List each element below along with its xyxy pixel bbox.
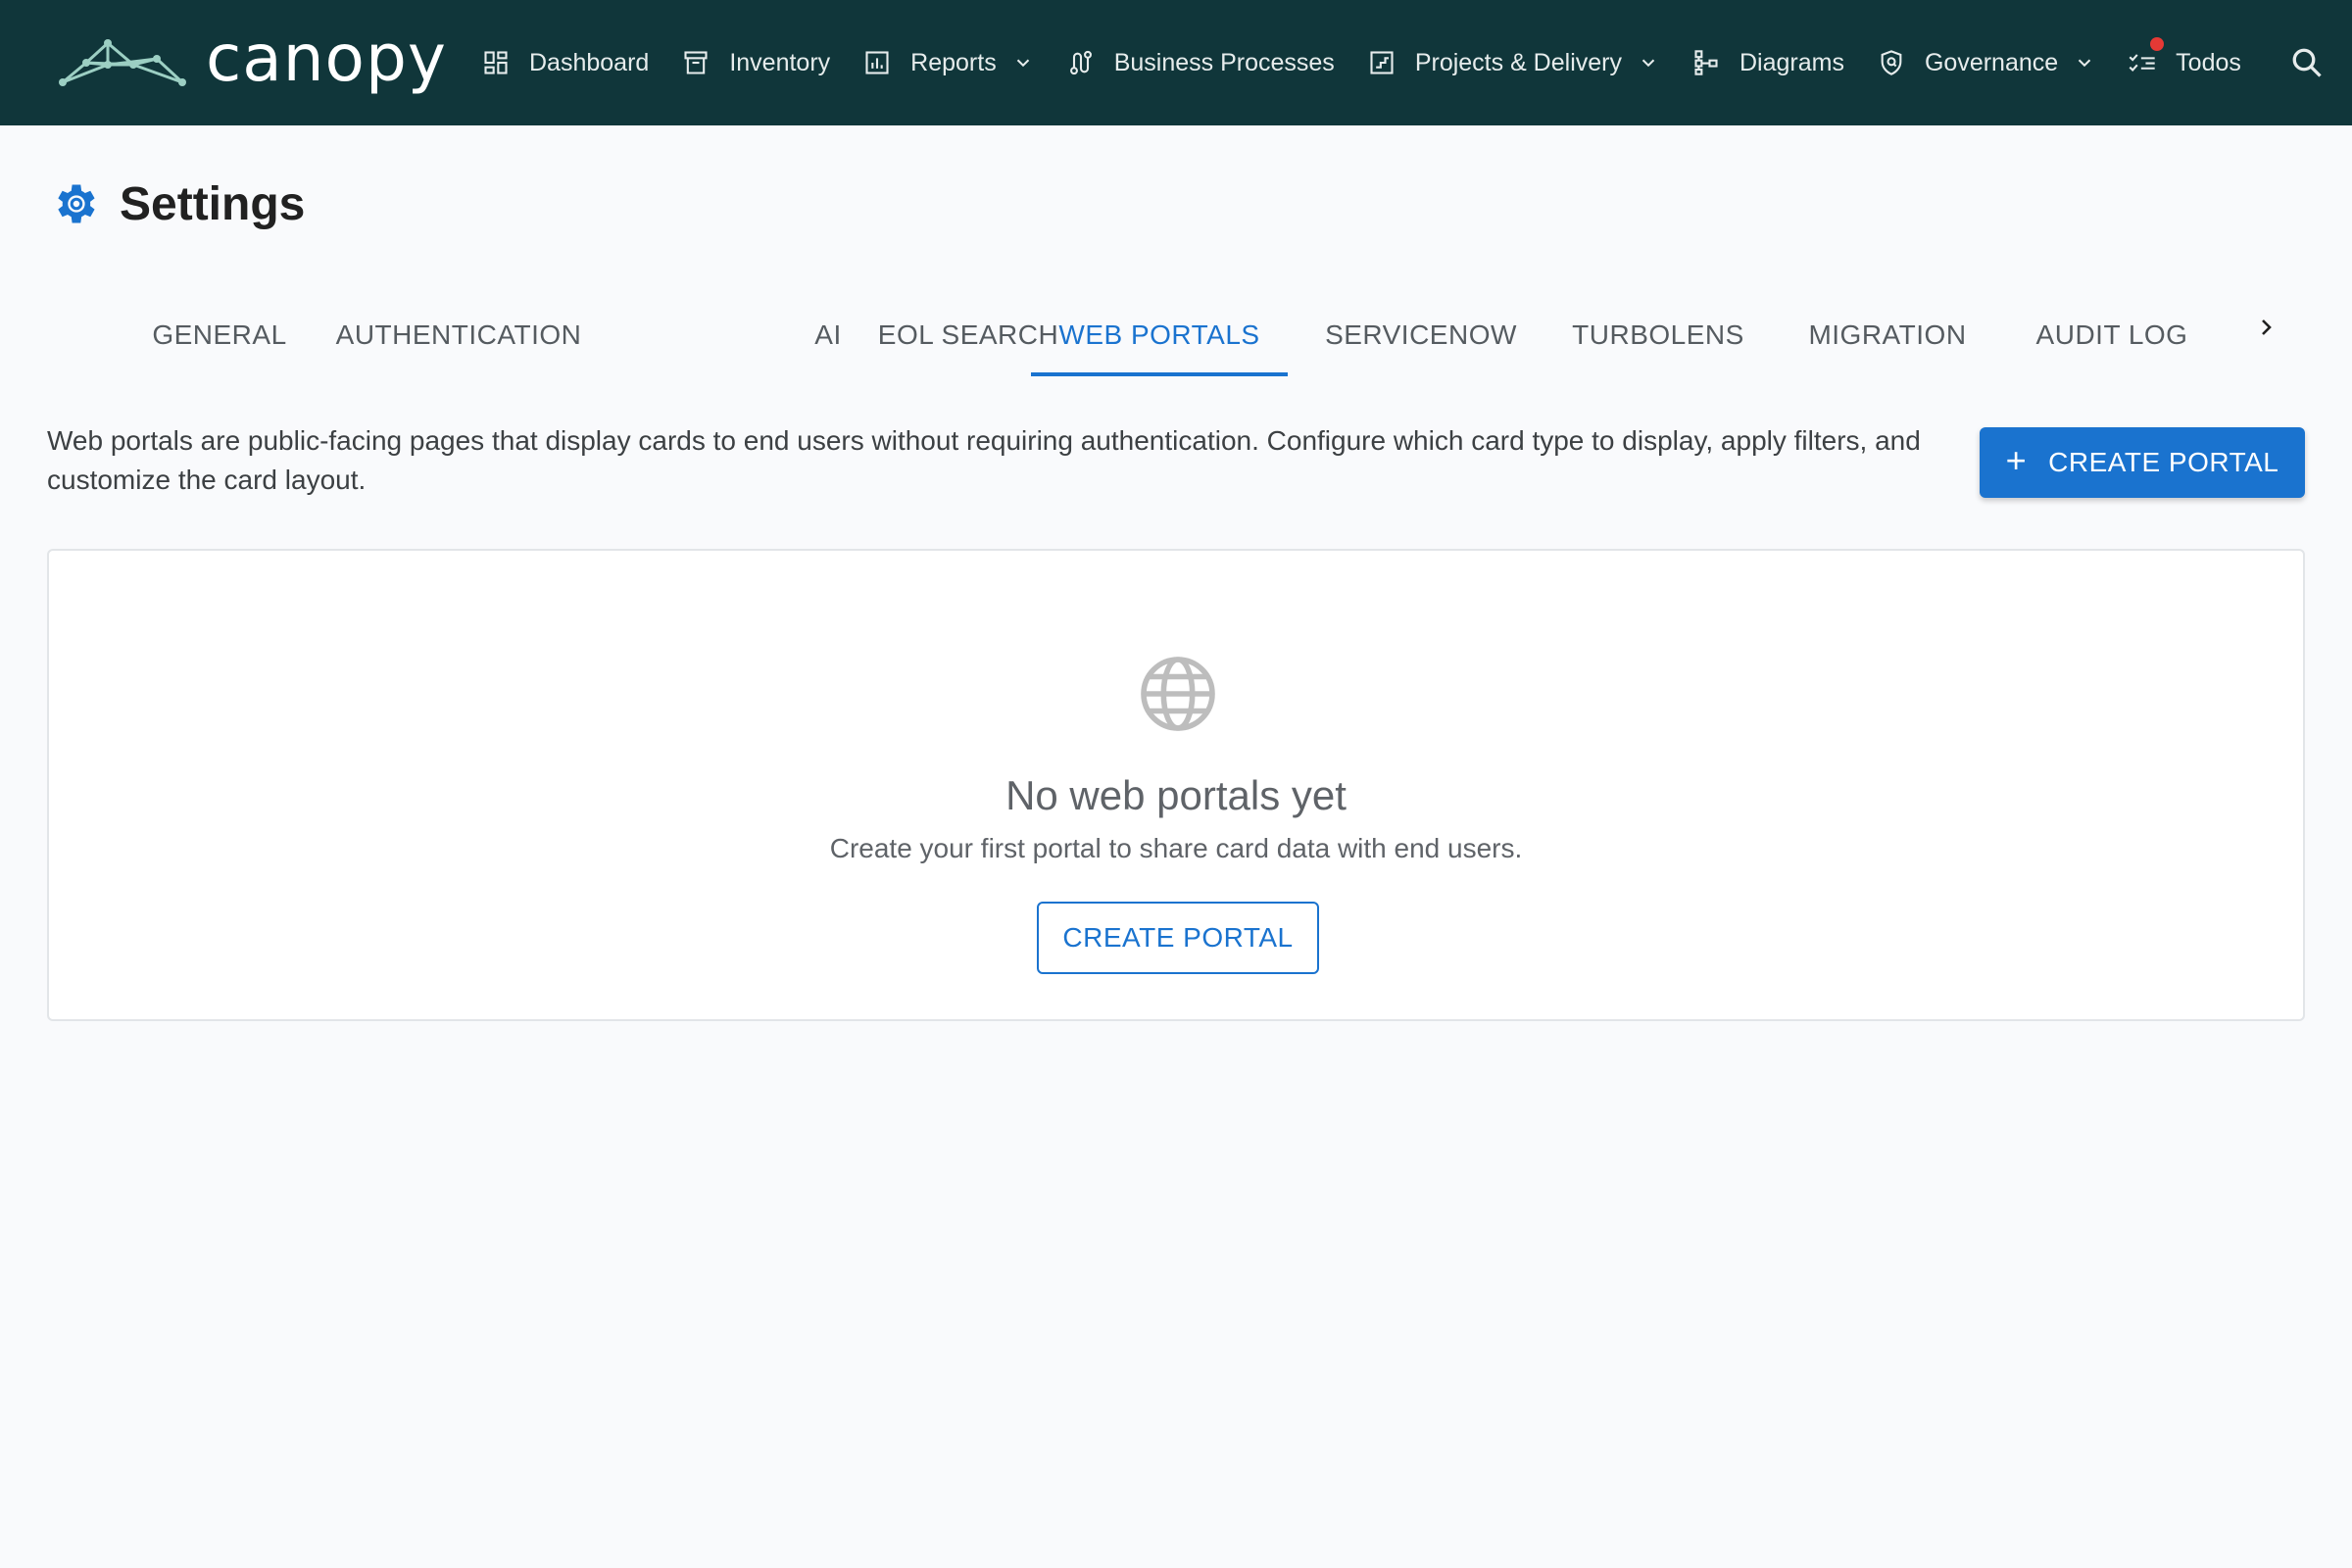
bar-chart-icon — [861, 47, 893, 78]
nav-item-reports[interactable]: Reports — [861, 0, 1034, 125]
brand-name: canopy — [206, 21, 447, 96]
web-portals-description: Web portals are public-facing pages that… — [47, 425, 1921, 495]
nav-item-label: Inventory — [729, 48, 831, 76]
shield-icon — [1876, 47, 1907, 78]
tab-general[interactable]: GENERAL — [137, 294, 302, 376]
page-title: Settings — [120, 177, 306, 230]
nav-item-diagrams[interactable]: Diagrams — [1690, 0, 1844, 125]
tab-authentication[interactable]: AUTHENTICATION — [329, 294, 588, 376]
globe-icon — [1141, 657, 1215, 731]
diagram-icon — [1690, 47, 1722, 78]
tab-web-portals[interactable]: WEB PORTALS — [1031, 294, 1288, 376]
nav-item-label: Dashboard — [529, 48, 650, 76]
project-icon — [1366, 47, 1397, 78]
checklist-icon — [2127, 47, 2158, 78]
nav-item-label: Todos — [2176, 48, 2241, 76]
archive-icon — [680, 47, 711, 78]
create-portal-label: CREATE PORTAL — [2048, 447, 2279, 477]
nav-item-label: Diagrams — [1739, 48, 1844, 76]
nav-item-label: Business Processes — [1113, 48, 1335, 76]
nav-item-inventory[interactable]: Inventory — [680, 0, 830, 125]
nav-item-todos[interactable]: Todos — [2127, 0, 2241, 125]
tab-migration[interactable]: MIGRATION — [1768, 294, 2007, 376]
search-button[interactable] — [2287, 43, 2327, 82]
search-icon — [2292, 48, 2322, 77]
nav-item-governance[interactable]: Governance — [1876, 0, 2095, 125]
plus-icon: + — [2005, 440, 2028, 480]
nav-item-label: Governance — [1924, 48, 2059, 76]
nav-item-label: Reports — [910, 48, 997, 76]
top-navigation-bar: canopy Dashboard Inventory Reports Busin… — [0, 0, 2352, 125]
settings-tabs: GENERAL AUTHENTICATION AI EOL SEARCH WEB… — [137, 294, 2293, 376]
main-nav: Dashboard Inventory Reports Business Pro… — [480, 0, 2273, 125]
nav-item-business-processes[interactable]: Business Processes — [1065, 0, 1335, 125]
brand-logo[interactable]: canopy — [59, 21, 447, 98]
dashboard-icon — [480, 47, 512, 78]
notification-dot — [2150, 37, 2165, 51]
chevron-down-icon — [2078, 59, 2091, 68]
nav-item-label: Projects & Delivery — [1414, 48, 1622, 76]
nav-item-dashboard[interactable]: Dashboard — [480, 0, 649, 125]
create-portal-button[interactable]: + CREATE PORTAL — [1980, 427, 2305, 498]
tabs-scroll-right-button[interactable] — [2246, 306, 2285, 349]
route-icon — [1065, 47, 1097, 78]
empty-state-title: No web portals yet — [1005, 772, 1347, 818]
chevron-down-icon — [1642, 59, 1655, 68]
tab-audit-log[interactable]: AUDIT LOG — [2001, 294, 2223, 376]
active-tab-indicator — [1031, 372, 1288, 376]
nav-item-projects-delivery[interactable]: Projects & Delivery — [1366, 0, 1659, 125]
gear-icon — [58, 184, 95, 223]
tab-servicenow[interactable]: SERVICENOW — [1299, 294, 1543, 376]
canopy-logo-icon — [59, 39, 186, 86]
empty-state-card: No web portals yet Create your first por… — [47, 549, 2305, 1021]
page-header: Settings — [49, 172, 305, 235]
empty-state-create-portal-button[interactable]: CREATE PORTAL — [1037, 902, 1319, 974]
empty-state-subtitle: Create your first portal to share card d… — [829, 833, 1523, 863]
tab-turbolens[interactable]: TURBOLENS — [1548, 294, 1768, 376]
chevron-down-icon — [1016, 59, 1029, 68]
chevron-right-icon — [2262, 319, 2272, 335]
